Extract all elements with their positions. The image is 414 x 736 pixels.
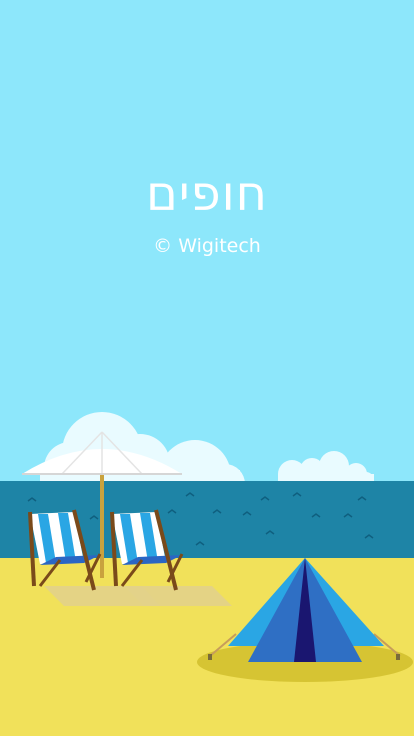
beach-illustration	[0, 412, 414, 736]
splash-screen: חופים © Wigitech	[0, 0, 414, 736]
app-title: חופים	[146, 166, 268, 222]
copyright-text: © Wigitech	[153, 235, 261, 257]
